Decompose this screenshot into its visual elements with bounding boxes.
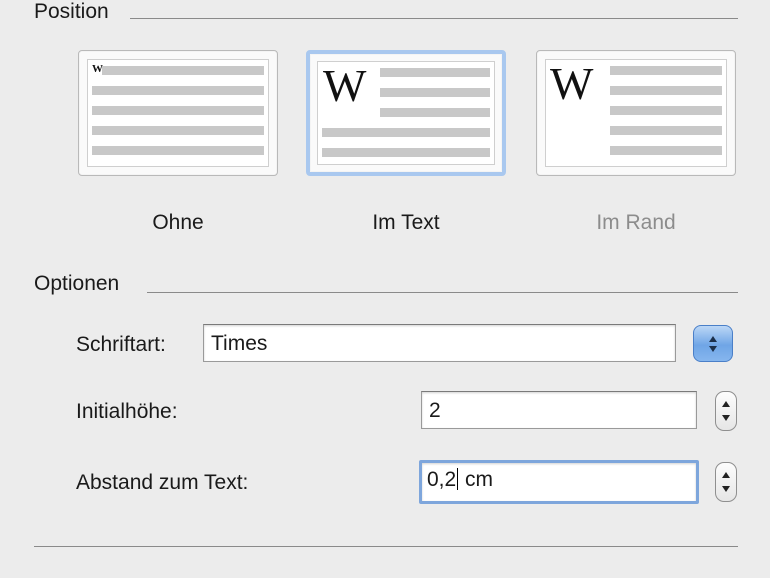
stepper-up-icon[interactable]: [722, 472, 730, 478]
preview-line: [380, 68, 490, 77]
distance-label: Abstand zum Text:: [76, 471, 249, 494]
preview-line: [610, 106, 722, 115]
position-label-none: Ohne: [152, 211, 204, 234]
distance-unit: cm: [459, 468, 494, 491]
font-label: Schriftart:: [76, 333, 166, 356]
options-section-divider: [147, 292, 738, 293]
preview-line: [322, 148, 490, 157]
position-option-in-margin[interactable]: W: [536, 50, 736, 176]
distance-field[interactable]: 0,2 cm: [419, 460, 699, 504]
position-option-none[interactable]: W: [78, 50, 278, 176]
options-section-title: Optionen: [34, 272, 120, 295]
preview-line: [610, 126, 722, 135]
preview-initial-large: W: [323, 60, 367, 111]
preview-initial-large: W: [550, 58, 594, 109]
preview-line: [380, 108, 490, 117]
position-section-title: Position: [34, 0, 109, 23]
chevron-down-icon: [709, 346, 717, 352]
preview-page: W: [317, 61, 495, 165]
preview-line: [610, 146, 722, 155]
stepper-down-icon[interactable]: [722, 486, 730, 492]
position-option-in-text[interactable]: W: [306, 50, 506, 176]
bottom-divider: [34, 546, 738, 547]
position-label-in-text: Im Text: [372, 211, 440, 234]
preview-line: [92, 146, 264, 155]
preview-line: [102, 66, 264, 75]
stepper-up-icon[interactable]: [722, 401, 730, 407]
font-popup-button[interactable]: [693, 325, 733, 362]
preview-line: [610, 86, 722, 95]
preview-line: [92, 126, 264, 135]
stepper-down-icon[interactable]: [722, 415, 730, 421]
initial-height-label: Initialhöhe:: [76, 400, 178, 423]
preview-line: [380, 88, 490, 97]
preview-line: [610, 66, 722, 75]
preview-line: [92, 106, 264, 115]
position-label-in-margin: Im Rand: [596, 211, 676, 234]
initial-height-field[interactable]: 2: [421, 391, 697, 429]
preview-line: [322, 128, 490, 137]
preview-page: W: [87, 59, 269, 167]
distance-value: 0,2: [427, 468, 457, 491]
font-field[interactable]: Times: [203, 324, 676, 362]
preview-line: [92, 86, 264, 95]
position-section-divider: [130, 18, 738, 19]
distance-stepper[interactable]: [715, 462, 737, 502]
preview-page: W: [545, 59, 727, 167]
initial-height-stepper[interactable]: [715, 391, 737, 431]
chevron-up-icon: [709, 336, 717, 342]
